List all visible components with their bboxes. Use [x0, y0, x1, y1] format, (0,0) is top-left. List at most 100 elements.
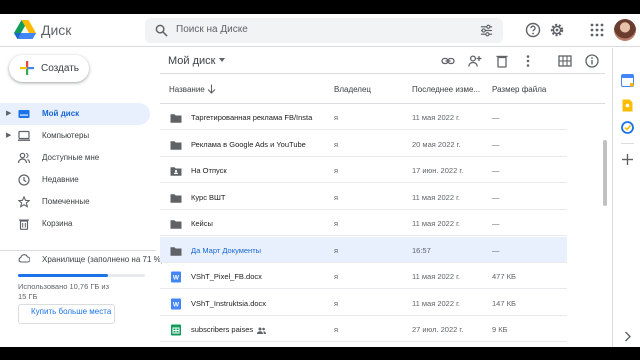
file-modified: 20 мая 2022 г.	[412, 139, 461, 149]
storage-title[interactable]: Хранилище (заполнено на 71 %)	[42, 255, 163, 264]
header: Диск Поиск на Диске	[0, 14, 640, 47]
scrollbar-thumb[interactable]	[603, 140, 607, 206]
file-list: Таргетированная реклама FB/Insta я 11 мая …	[160, 104, 567, 347]
tasks-icon[interactable]	[621, 121, 634, 134]
side-panel	[612, 48, 640, 347]
search-bar[interactable]: Поиск на Диске	[145, 18, 503, 43]
sort-arrow-down-icon[interactable]	[207, 84, 216, 94]
file-row[interactable]: Кейсы я 11 мая 2022 г. —	[160, 210, 567, 236]
panel-divider	[621, 143, 634, 144]
file-size: 477 КБ	[492, 272, 516, 281]
file-size: —	[492, 245, 500, 255]
sidebar-item-label: Мой диск	[42, 109, 80, 118]
file-row[interactable]: На Отпуск я 17 июн. 2022 г. —	[160, 157, 567, 183]
expand-arrow-icon[interactable]: ▶	[6, 131, 11, 141]
folder-icon	[170, 111, 182, 123]
file-modified: 11 мая 2022 г.	[412, 113, 461, 122]
file-modified: 27 июл. 2022 г.	[412, 325, 464, 334]
link-icon[interactable]	[441, 54, 455, 68]
search-input[interactable]: Поиск на Диске	[176, 24, 248, 35]
column-owner[interactable]: Владелец	[334, 85, 371, 94]
folder-icon	[170, 191, 182, 203]
search-options-icon[interactable]	[480, 24, 493, 37]
file-modified: 17 июн. 2022 г.	[412, 166, 464, 175]
calendar-icon[interactable]	[621, 74, 634, 87]
file-size: —	[492, 192, 500, 202]
create-button-label: Создать	[41, 63, 80, 74]
info-icon[interactable]	[585, 54, 599, 68]
file-row[interactable]: Реклама в Google Ads и YouTube я 20 мая 20…	[160, 131, 567, 157]
apps-grid-icon[interactable]	[589, 22, 605, 38]
word-doc-icon: W	[170, 270, 182, 283]
file-owner: я	[334, 113, 339, 122]
file-name-text: На Отпуск	[191, 166, 227, 175]
storage-progress-bar	[18, 274, 145, 277]
settings-gear-icon[interactable]	[549, 22, 565, 38]
expand-arrow-icon[interactable]: ▶	[6, 109, 11, 119]
file-owner: я	[334, 245, 339, 255]
file-name: VShT_Pixel_FB.docx	[191, 272, 262, 281]
folder-icon	[170, 244, 182, 256]
file-modified: 11 мая 2022 г.	[412, 298, 461, 308]
add-icon[interactable]	[621, 153, 634, 166]
sidebar: Создать ▶ Мой диск ▶ Компьютеры Доступны…	[0, 48, 163, 347]
buy-storage-button[interactable]: Купить больше места	[18, 304, 115, 324]
search-icon[interactable]	[155, 24, 168, 37]
add-person-icon[interactable]	[468, 54, 482, 68]
file-name-text: Реклама в Google Ads и YouTube	[191, 139, 306, 149]
keep-icon[interactable]	[621, 99, 634, 112]
chevron-right-icon[interactable]	[621, 330, 634, 343]
account-avatar[interactable]	[614, 19, 636, 41]
page-title[interactable]: Мой диск	[168, 55, 215, 67]
file-row[interactable]: Да Март Документы я 16:57 —	[160, 236, 567, 263]
app-name[interactable]: Диск	[41, 22, 71, 38]
sidebar-item-trash[interactable]: Корзина	[0, 213, 150, 235]
file-name: Реклама в Google Ads и YouTube	[191, 140, 306, 149]
scrollbar[interactable]	[603, 104, 607, 347]
sidebar-item-starred[interactable]: Помеченные	[0, 191, 150, 213]
create-button[interactable]: Создать	[9, 55, 89, 82]
help-icon[interactable]	[525, 22, 541, 38]
sidebar-item-label: Помеченные	[42, 197, 90, 206]
spreadsheet-icon	[170, 323, 182, 336]
file-name-text: Курс ВШТ	[191, 192, 226, 202]
file-name-text: subscribers paises	[191, 325, 254, 334]
svg-text:W: W	[173, 275, 180, 282]
file-modified: 11 мая 2022 г.	[412, 192, 461, 202]
file-owner: я	[334, 219, 339, 228]
file-name-text: Кейсы	[191, 219, 213, 228]
file-owner: я	[334, 272, 339, 281]
sidebar-item-label: Недавние	[42, 175, 79, 184]
chevron-down-icon[interactable]	[219, 58, 225, 62]
column-size[interactable]: Размер файла	[492, 85, 546, 94]
file-size: —	[492, 219, 500, 228]
star-icon	[18, 196, 30, 208]
column-modified[interactable]: Последнее изме...	[412, 85, 480, 94]
sidebar-item-computers[interactable]: ▶ Компьютеры	[0, 125, 150, 147]
grid-view-icon[interactable]	[558, 54, 572, 68]
delete-icon[interactable]	[495, 54, 509, 68]
file-owner: я	[334, 192, 339, 202]
file-row[interactable]: subscribers paises я 27 июл. 2022 г. 9 КБ	[160, 316, 567, 342]
drive-logo-icon[interactable]	[14, 20, 36, 40]
computer-icon	[18, 130, 30, 141]
main-content: Мой диск Название Владелец Последнее изм…	[160, 48, 607, 347]
sidebar-item-my-drive[interactable]: ▶ Мой диск	[0, 103, 150, 125]
file-owner: я	[334, 325, 339, 334]
file-row[interactable]: W VShT_Pixel_FB.docx я 11 мая 2022 г. 477 КБ	[160, 263, 567, 289]
file-name-text: VShT_Instruktsia.docx	[191, 298, 267, 308]
column-name[interactable]: Название	[169, 85, 205, 94]
file-row[interactable]: Таргетированная реклама FB/Insta я 11 мая …	[160, 104, 567, 130]
cloud-icon	[18, 254, 30, 263]
more-vert-icon[interactable]	[521, 54, 535, 68]
sidebar-item-shared[interactable]: Доступные мне	[0, 147, 150, 169]
drive-window: Диск Поиск на Диске Создать ▶ Мой диск ▶…	[0, 14, 640, 347]
file-row[interactable]: Курс ВШТ я 11 мая 2022 г. —	[160, 184, 567, 210]
file-name-text: VShT_Pixel_FB.docx	[191, 272, 262, 281]
file-size: 9 КБ	[492, 325, 508, 334]
file-row[interactable]: W VShT_Instruktsia.docx я 11 мая 2022 г. 147…	[160, 290, 567, 316]
sidebar-item-recent[interactable]: Недавние	[0, 169, 150, 191]
svg-text:W: W	[173, 301, 180, 308]
file-name: subscribers paises	[191, 325, 267, 334]
word-doc-icon: W	[170, 297, 182, 309]
